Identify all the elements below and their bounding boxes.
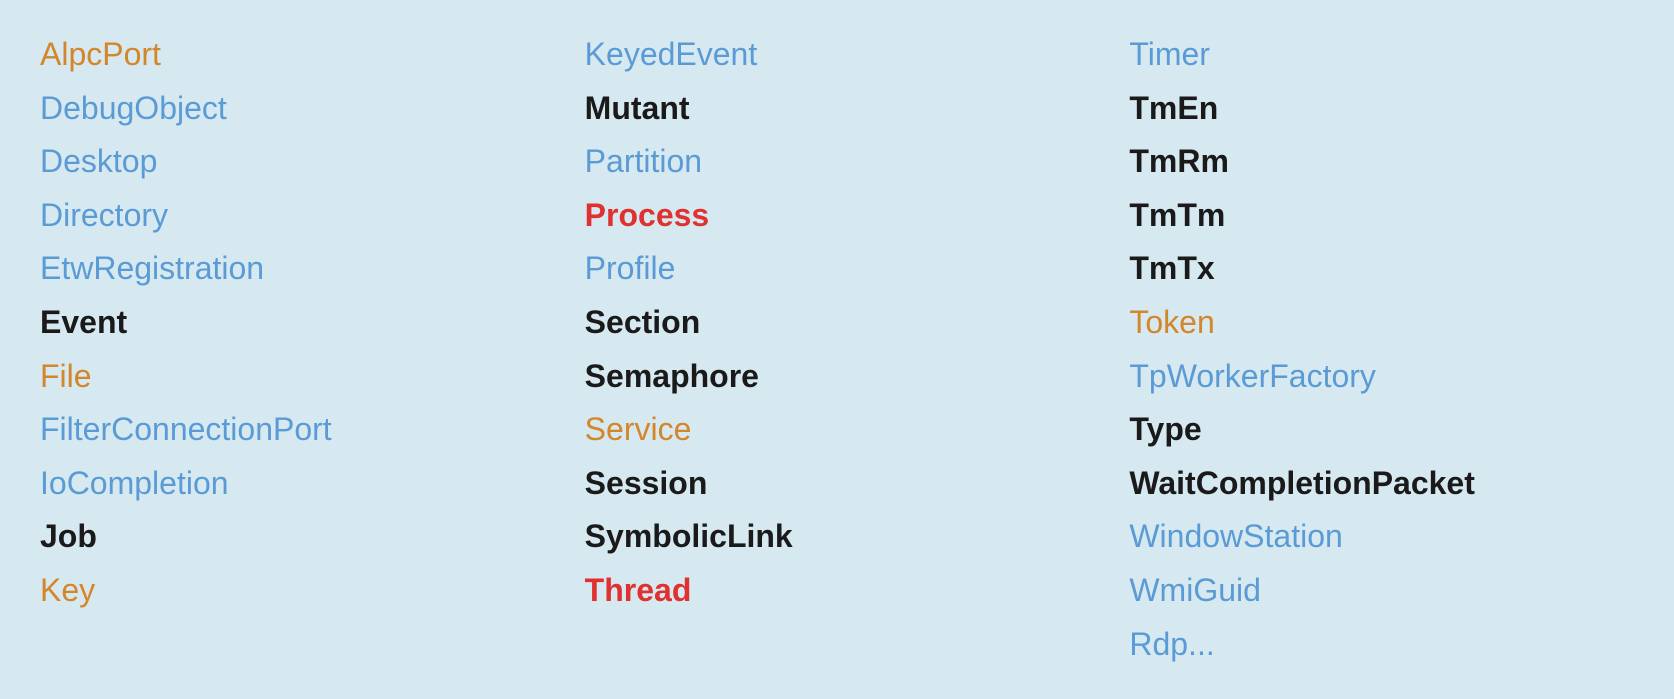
list-item: Desktop bbox=[40, 137, 545, 187]
list-item: Token bbox=[1129, 298, 1634, 348]
list-item: Thread bbox=[585, 566, 1090, 616]
main-container: AlpcPortDebugObjectDesktopDirectoryEtwRe… bbox=[20, 30, 1654, 669]
list-item: Timer bbox=[1129, 30, 1634, 80]
list-item: AlpcPort bbox=[40, 30, 545, 80]
list-item: Partition bbox=[585, 137, 1090, 187]
list-item: IoCompletion bbox=[40, 459, 545, 509]
list-item: TmRm bbox=[1129, 137, 1634, 187]
list-item: EtwRegistration bbox=[40, 244, 545, 294]
list-item: FilterConnectionPort bbox=[40, 405, 545, 455]
list-item: DebugObject bbox=[40, 84, 545, 134]
list-item: KeyedEvent bbox=[585, 30, 1090, 80]
list-item: TmTx bbox=[1129, 244, 1634, 294]
list-item: TmTm bbox=[1129, 191, 1634, 241]
list-item: Service bbox=[585, 405, 1090, 455]
list-item: TmEn bbox=[1129, 84, 1634, 134]
list-item: Semaphore bbox=[585, 352, 1090, 402]
list-item: TpWorkerFactory bbox=[1129, 352, 1634, 402]
list-item: WindowStation bbox=[1129, 512, 1634, 562]
list-item: Mutant bbox=[585, 84, 1090, 134]
list-item: Job bbox=[40, 512, 545, 562]
list-item: SymbolicLink bbox=[585, 512, 1090, 562]
list-item: WaitCompletionPacket bbox=[1129, 459, 1634, 509]
list-item: Key bbox=[40, 566, 545, 616]
list-item: Type bbox=[1129, 405, 1634, 455]
column-1: AlpcPortDebugObjectDesktopDirectoryEtwRe… bbox=[20, 30, 565, 669]
list-item: Session bbox=[585, 459, 1090, 509]
column-2: KeyedEventMutantPartitionProcessProfileS… bbox=[565, 30, 1110, 669]
list-item: Directory bbox=[40, 191, 545, 241]
list-item: Profile bbox=[585, 244, 1090, 294]
list-item: Event bbox=[40, 298, 545, 348]
list-item: Process bbox=[585, 191, 1090, 241]
list-item: WmiGuid bbox=[1129, 566, 1634, 616]
column-3: TimerTmEnTmRmTmTmTmTxTokenTpWorkerFactor… bbox=[1109, 30, 1654, 669]
list-item: Rdp... bbox=[1129, 620, 1634, 670]
list-item: File bbox=[40, 352, 545, 402]
list-item: Section bbox=[585, 298, 1090, 348]
